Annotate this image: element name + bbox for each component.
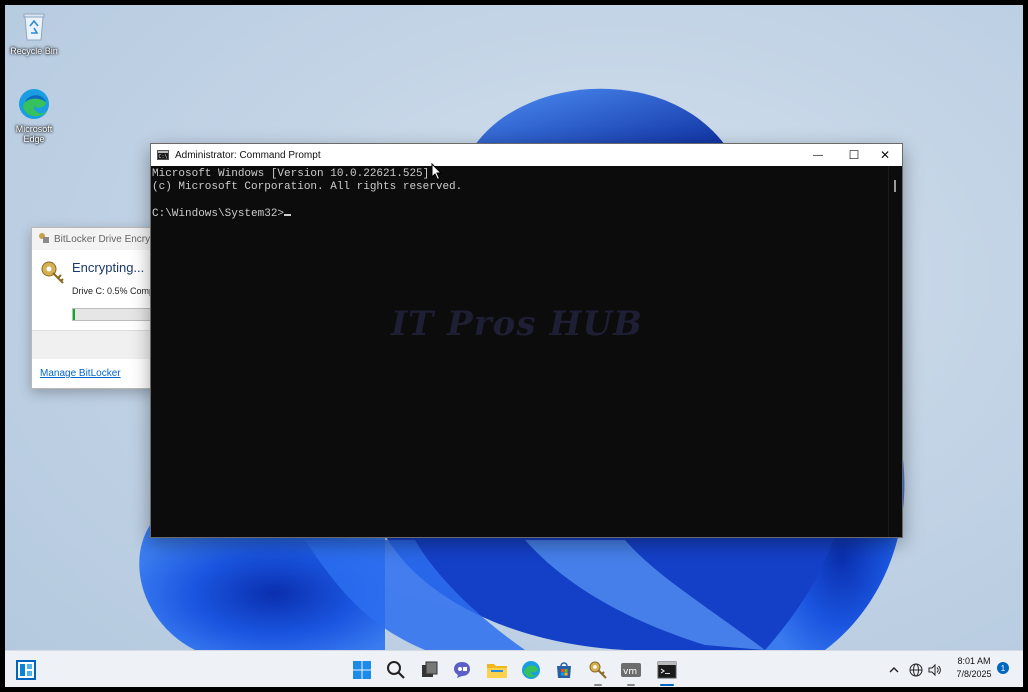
bitlocker-taskbar-button[interactable] bbox=[586, 658, 610, 682]
bitlocker-title-icon bbox=[38, 232, 50, 247]
close-button[interactable]: ✕ bbox=[867, 144, 903, 166]
store-button[interactable] bbox=[552, 658, 576, 682]
notification-badge[interactable]: 1 bbox=[997, 662, 1009, 674]
watermark: IT Pros HUB bbox=[391, 304, 643, 344]
bitlocker-heading: Encrypting... bbox=[72, 260, 145, 275]
show-hidden-icons-button[interactable] bbox=[885, 651, 903, 687]
text-cursor bbox=[284, 213, 292, 216]
clock-date: 7/8/2025 bbox=[956, 669, 992, 679]
running-indicator bbox=[594, 684, 602, 686]
chevron-up-icon bbox=[889, 666, 899, 672]
clock-time: 8:01 AM bbox=[957, 656, 991, 666]
volume-button[interactable] bbox=[926, 651, 944, 687]
console-output[interactable]: Microsoft Windows [Version 10.0.22621.52… bbox=[151, 166, 889, 537]
edge-icon bbox=[17, 87, 51, 121]
file-explorer-icon bbox=[487, 664, 507, 678]
vmware-button[interactable]: vm bbox=[619, 658, 643, 682]
cmd-app-icon: C:\ bbox=[157, 150, 169, 160]
bitlocker-progress-fill bbox=[73, 309, 75, 320]
task-view-button[interactable] bbox=[417, 658, 441, 682]
close-icon: ✕ bbox=[879, 148, 891, 162]
svg-text:vm: vm bbox=[623, 667, 637, 677]
running-indicator bbox=[660, 684, 674, 686]
search-button[interactable] bbox=[384, 658, 408, 682]
desktop-icon-label: Microsoft Edge bbox=[15, 124, 53, 144]
desktop: Recycle Bin Microsoft Edge BitLocker Dri… bbox=[5, 5, 1023, 687]
search-icon bbox=[387, 661, 405, 679]
desktop-icon-label: Recycle Bin bbox=[10, 46, 58, 56]
minimize-icon: — bbox=[813, 149, 823, 161]
manage-bitlocker-link[interactable]: Manage BitLocker bbox=[40, 368, 121, 379]
taskbar: vm 8:01 AM 7/8/2025 1 bbox=[5, 650, 1023, 687]
mouse-pointer-icon bbox=[431, 163, 443, 181]
cmd-titlebar[interactable]: C:\ Administrator: Command Prompt — ☐ ✕ bbox=[151, 144, 902, 166]
console-line: ​ bbox=[152, 193, 888, 206]
recycle-bin-icon bbox=[17, 9, 51, 43]
edge-icon bbox=[522, 661, 540, 679]
globe-icon bbox=[909, 663, 923, 676]
bitlocker-status: Drive C: 0.5% Comp bbox=[72, 286, 155, 296]
cmd-title: Administrator: Command Prompt bbox=[175, 149, 321, 161]
widgets-icon bbox=[16, 660, 36, 680]
start-icon bbox=[353, 661, 371, 679]
console-prompt: C:\Windows\System32> bbox=[152, 207, 285, 220]
clock[interactable]: 8:01 AM 7/8/2025 bbox=[949, 655, 999, 681]
scrollbar-thumb[interactable] bbox=[894, 180, 896, 192]
speaker-icon bbox=[928, 663, 941, 676]
bitlocker-icon bbox=[589, 661, 607, 679]
file-explorer-button[interactable] bbox=[485, 658, 509, 682]
store-icon bbox=[557, 662, 571, 678]
widgets-button[interactable] bbox=[14, 658, 38, 682]
console-prompt-line: C:\Windows\System32> bbox=[152, 208, 888, 221]
command-prompt-window[interactable]: C:\ Administrator: Command Prompt — ☐ ✕ … bbox=[150, 143, 903, 538]
desktop-icon-edge[interactable]: Microsoft Edge bbox=[5, 87, 69, 144]
vmware-icon: vm bbox=[621, 663, 641, 677]
running-indicator bbox=[627, 684, 635, 686]
vertical-scrollbar[interactable] bbox=[888, 166, 902, 537]
desktop-icon-recycle-bin[interactable]: Recycle Bin bbox=[5, 9, 69, 56]
minimize-button[interactable]: — bbox=[800, 144, 836, 166]
language-button[interactable] bbox=[907, 651, 925, 687]
console-line: (c) Microsoft Corporation. All rights re… bbox=[152, 180, 463, 193]
maximize-icon: ☐ bbox=[848, 148, 860, 162]
svg-text:C:\: C:\ bbox=[159, 154, 168, 160]
edge-taskbar-button[interactable] bbox=[519, 658, 543, 682]
chat-button[interactable] bbox=[450, 658, 474, 682]
terminal-button[interactable] bbox=[655, 658, 679, 682]
task-view-icon bbox=[422, 661, 438, 677]
start-button[interactable] bbox=[350, 658, 374, 682]
bitlocker-key-icon bbox=[40, 260, 66, 291]
chat-icon bbox=[454, 662, 470, 678]
console-line: Microsoft Windows [Version 10.0.22621.52… bbox=[152, 168, 430, 180]
terminal-icon bbox=[657, 661, 677, 679]
